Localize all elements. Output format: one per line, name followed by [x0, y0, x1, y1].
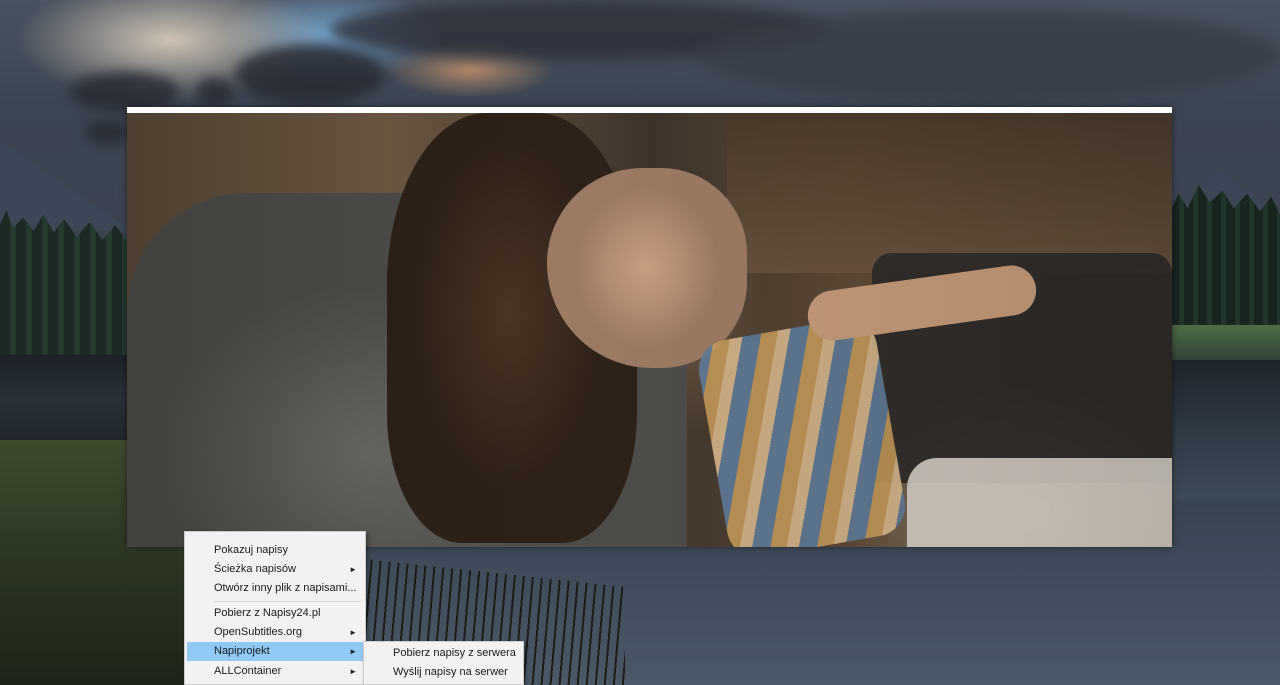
menu-item-label: OpenSubtitles.org — [214, 626, 303, 638]
submenu-item-download-subtitles[interactable]: Pobierz napisy z serwera — [366, 644, 521, 663]
submenu-arrow-icon: ► — [349, 667, 357, 676]
menu-item-label: Napiprojekt — [214, 645, 270, 657]
wallpaper-lake — [1170, 360, 1280, 500]
menu-item-label: Otwórz inny plik z napisami... — [214, 582, 357, 594]
menu-item-label: ALLContainer — [214, 665, 282, 677]
video-scene-shade — [127, 113, 1172, 547]
menu-item-napisy24[interactable]: Pobierz z Napisy24.pl — [187, 604, 363, 623]
wallpaper-cloud — [70, 72, 180, 112]
video-frame[interactable] — [127, 113, 1172, 547]
submenu-arrow-icon: ► — [349, 628, 357, 637]
submenu-item-label: Wyślij napisy na serwer — [393, 666, 508, 678]
video-player-window[interactable] — [127, 107, 1172, 547]
menu-item-opensubtitles[interactable]: OpenSubtitles.org ► — [187, 623, 363, 642]
wallpaper-mountain — [0, 140, 130, 230]
menu-item-subtitle-track[interactable]: Ścieżka napisów ► — [187, 560, 363, 579]
wallpaper-cloud — [235, 45, 385, 105]
menu-item-label: Ścieżka napisów — [214, 563, 296, 575]
subtitles-context-menu: Pokazuj napisy Ścieżka napisów ► Otwórz … — [184, 531, 366, 685]
menu-item-label: Pokazuj napisy — [214, 544, 288, 556]
wallpaper-cloud — [195, 78, 235, 106]
menu-separator — [213, 601, 361, 602]
menu-item-label: Pobierz z Napisy24.pl — [214, 607, 321, 619]
submenu-arrow-icon: ► — [349, 647, 357, 656]
submenu-item-upload-subtitles[interactable]: Wyślij napisy na serwer — [366, 663, 521, 682]
menu-item-napiprojekt[interactable]: Napiprojekt ► — [187, 642, 363, 661]
napiprojekt-submenu: Pobierz napisy z serwera Wyślij napisy n… — [363, 641, 524, 685]
wallpaper-meadow — [1170, 325, 1280, 365]
wallpaper-cloud — [700, 10, 1280, 100]
submenu-arrow-icon: ► — [349, 565, 357, 574]
menu-item-open-subtitle-file[interactable]: Otwórz inny plik z napisami... — [187, 579, 363, 598]
menu-item-show-subtitles[interactable]: Pokazuj napisy — [187, 541, 363, 560]
wallpaper-trees — [1170, 185, 1280, 330]
wallpaper-trees — [0, 210, 128, 360]
menu-item-allcontainer[interactable]: ALLContainer ► — [187, 662, 363, 681]
submenu-item-label: Pobierz napisy z serwera — [393, 647, 516, 659]
